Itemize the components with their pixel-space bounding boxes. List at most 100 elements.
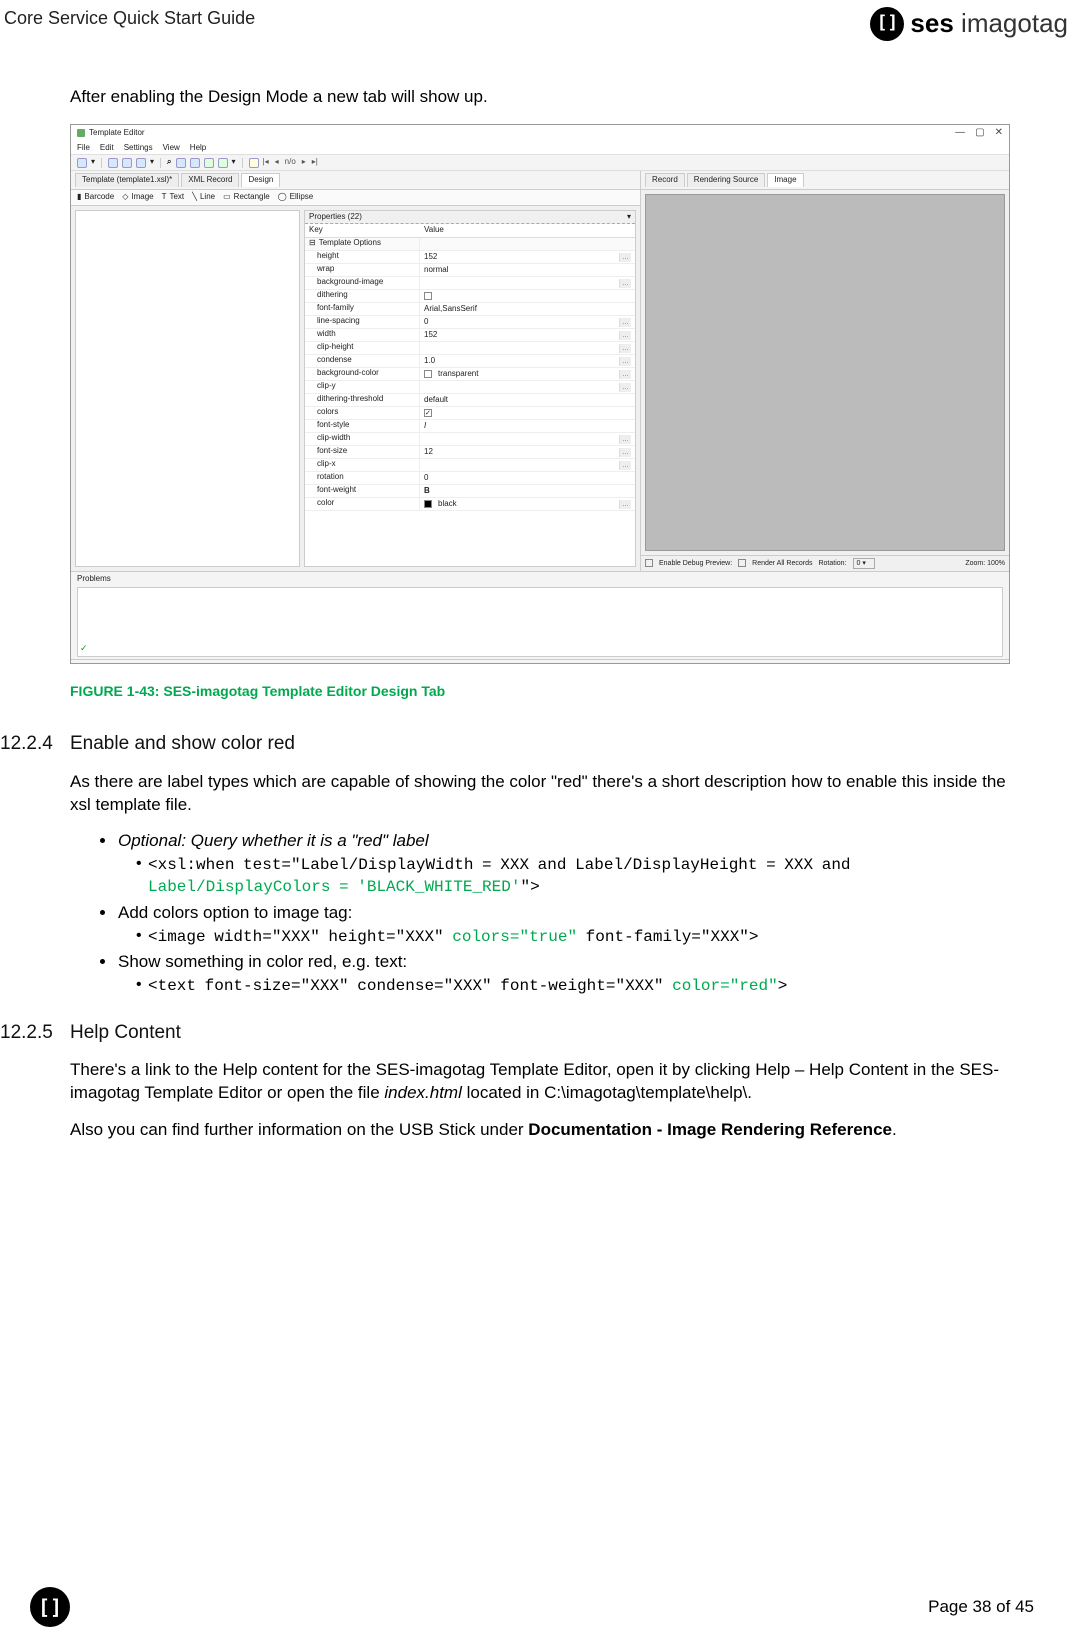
property-row[interactable]: font-size12… bbox=[305, 446, 635, 459]
preview-footer: Enable Debug Preview: Render All Records… bbox=[641, 555, 1009, 571]
new-icon[interactable] bbox=[77, 158, 87, 168]
property-row[interactable]: clip-width… bbox=[305, 433, 635, 446]
property-row[interactable]: colorblack… bbox=[305, 498, 635, 511]
tab-template[interactable]: Template (template1.xsl)* bbox=[75, 173, 179, 187]
first-icon[interactable]: |◂ bbox=[263, 157, 269, 168]
tab-image[interactable]: Image bbox=[767, 173, 803, 187]
tool-barcode[interactable]: ▮Barcode bbox=[77, 192, 114, 203]
tool-rectangle[interactable]: ▭Rectangle bbox=[223, 192, 270, 203]
property-row[interactable]: height152… bbox=[305, 251, 635, 264]
next-icon[interactable]: ▸ bbox=[302, 157, 306, 168]
property-row[interactable]: width152… bbox=[305, 329, 635, 342]
dropdown-icon[interactable]: ▾ bbox=[91, 157, 95, 168]
problems-label: Problems bbox=[77, 574, 111, 583]
property-row[interactable]: rotation0 bbox=[305, 472, 635, 485]
nav-position: n/o bbox=[285, 157, 296, 168]
render-all-label: Render All Records bbox=[752, 559, 812, 568]
property-row[interactable]: wrapnormal bbox=[305, 264, 635, 277]
tab-design[interactable]: Design bbox=[241, 173, 280, 187]
intro-paragraph: After enabling the Design Mode a new tab… bbox=[70, 86, 1008, 109]
property-row[interactable]: clip-height… bbox=[305, 342, 635, 355]
dropdown-icon[interactable]: ▾ bbox=[150, 157, 154, 168]
tab-record[interactable]: Record bbox=[645, 173, 685, 187]
section-title: Enable and show color red bbox=[70, 731, 295, 757]
tab-xml-record[interactable]: XML Record bbox=[181, 173, 239, 187]
save-icon[interactable] bbox=[108, 158, 118, 168]
minimize-icon[interactable]: — bbox=[955, 126, 965, 140]
dropdown-icon[interactable]: ▾ bbox=[232, 157, 236, 168]
window-titlebar: Template Editor — ▢ ✕ bbox=[71, 125, 1009, 141]
section-title: Help Content bbox=[70, 1020, 181, 1046]
brand-logo-block: [] ses imagotag bbox=[870, 6, 1068, 41]
properties-grid[interactable]: ⊟Template Optionsheight152…wrapnormalbac… bbox=[305, 238, 635, 566]
last-icon[interactable]: ▸| bbox=[312, 157, 318, 168]
property-row[interactable]: condense1.0… bbox=[305, 355, 635, 368]
section-number: 12.2.5 bbox=[0, 1020, 70, 1046]
property-row[interactable]: font-familyArial,SansSerif bbox=[305, 303, 635, 316]
maximize-icon[interactable]: ▢ bbox=[975, 126, 984, 140]
col-key: Key bbox=[305, 224, 420, 237]
tool-line[interactable]: ╲Line bbox=[192, 192, 215, 203]
template-editor-screenshot: Template Editor — ▢ ✕ File Edit Settings… bbox=[70, 124, 1010, 664]
left-tab-bar[interactable]: Template (template1.xsl)* XML Record Des… bbox=[71, 171, 640, 190]
menu-view[interactable]: View bbox=[163, 143, 180, 152]
right-tab-bar[interactable]: Record Rendering Source Image bbox=[641, 171, 1009, 190]
zoom-out-icon[interactable] bbox=[190, 158, 200, 168]
gear-icon[interactable] bbox=[218, 158, 228, 168]
property-row[interactable]: dithering-thresholddefault bbox=[305, 394, 635, 407]
tool-ellipse[interactable]: ◯Ellipse bbox=[278, 192, 314, 203]
page-header: Core Service Quick Start Guide [] ses im… bbox=[0, 0, 1078, 41]
property-row[interactable]: dithering bbox=[305, 290, 635, 303]
rotation-label: Rotation: bbox=[818, 559, 846, 568]
close-icon[interactable]: ✕ bbox=[995, 126, 1003, 140]
design-canvas[interactable] bbox=[75, 210, 300, 567]
save-all-icon[interactable] bbox=[122, 158, 132, 168]
property-row[interactable]: clip-y… bbox=[305, 381, 635, 394]
app-icon bbox=[77, 129, 85, 137]
property-row[interactable]: font-weightB bbox=[305, 485, 635, 498]
properties-panel: Properties (22) ▾ Key Value ⊟Template Op… bbox=[304, 210, 636, 567]
collapse-icon[interactable]: ▾ bbox=[627, 212, 631, 223]
property-row[interactable]: line-spacing0… bbox=[305, 316, 635, 329]
property-row[interactable]: background-image… bbox=[305, 277, 635, 290]
tool-image[interactable]: ◇Image bbox=[122, 192, 153, 203]
property-row[interactable]: colors bbox=[305, 407, 635, 420]
rotation-select[interactable]: 0 ▾ bbox=[853, 558, 875, 569]
status-bar: X: 9, Y: 112 bbox=[71, 659, 1009, 664]
search-icon[interactable]: ⌕ bbox=[167, 157, 171, 168]
prev-icon[interactable]: ◂ bbox=[275, 157, 279, 168]
section-number: 12.2.4 bbox=[0, 731, 70, 757]
shape-toolbar[interactable]: ▮Barcode ◇Image TText ╲Line ▭Rectangle ◯… bbox=[71, 190, 640, 206]
brand-logo-icon: [] bbox=[870, 7, 904, 41]
menu-help[interactable]: Help bbox=[190, 143, 206, 152]
record-navigator[interactable]: |◂ ◂ n/o ▸ ▸| bbox=[263, 157, 318, 168]
property-row[interactable]: clip-x… bbox=[305, 459, 635, 472]
debug-preview-checkbox[interactable] bbox=[645, 559, 653, 567]
brand-name-bold: ses bbox=[910, 8, 953, 38]
list-item-label: Show something in color red, e.g. text: bbox=[118, 952, 407, 971]
menu-settings[interactable]: Settings bbox=[124, 143, 153, 152]
menu-file[interactable]: File bbox=[77, 143, 90, 152]
menubar[interactable]: File Edit Settings View Help bbox=[71, 141, 1009, 155]
property-row[interactable]: font-styleI bbox=[305, 420, 635, 433]
problems-panel bbox=[77, 587, 1003, 657]
record-icon[interactable] bbox=[249, 158, 259, 168]
tool-text[interactable]: TText bbox=[162, 192, 185, 203]
footer-logo-icon: [] bbox=[30, 1587, 70, 1627]
property-row[interactable]: background-colortransparent… bbox=[305, 368, 635, 381]
render-all-checkbox[interactable] bbox=[738, 559, 746, 567]
section-paragraph: Also you can find further information on… bbox=[70, 1119, 1008, 1142]
page-footer: [] Page 38 of 45 bbox=[0, 1587, 1078, 1627]
section-paragraph: There's a link to the Help content for t… bbox=[70, 1059, 1008, 1105]
menu-edit[interactable]: Edit bbox=[100, 143, 114, 152]
code-snippet: <image width="XXX" height="XXX" colors="… bbox=[148, 927, 1008, 949]
tab-rendering-source[interactable]: Rendering Source bbox=[687, 173, 765, 187]
zoom-in-icon[interactable] bbox=[176, 158, 186, 168]
toolbar[interactable]: ▾ ▾ ⌕ ▾ |◂ ◂ n/o ▸ ▸| bbox=[71, 155, 1009, 171]
refresh-icon[interactable] bbox=[204, 158, 214, 168]
window-buttons[interactable]: — ▢ ✕ bbox=[955, 126, 1003, 140]
page-number: Page 38 of 45 bbox=[928, 1596, 1034, 1619]
col-value: Value bbox=[420, 224, 448, 237]
figure-caption: FIGURE 1-43: SES-imagotag Template Edito… bbox=[70, 682, 1008, 701]
copy-icon[interactable] bbox=[136, 158, 146, 168]
